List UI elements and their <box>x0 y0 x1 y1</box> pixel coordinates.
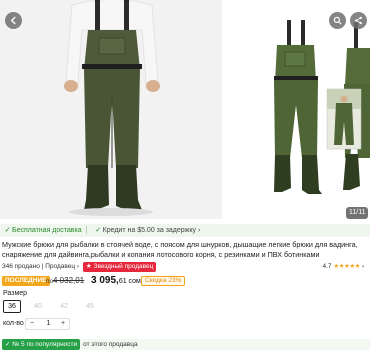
rating-stars-icon: ★★★★★ <box>333 263 361 270</box>
discount-badge: Скидка 23% <box>141 276 186 286</box>
product-gallery[interactable]: 11/11 <box>0 0 370 219</box>
product-title: Мужские брюки для рыбалки в стоячей воде… <box>2 240 358 259</box>
sold-count: 346 продано <box>2 263 40 270</box>
increment-button[interactable]: + <box>57 319 69 329</box>
free-delivery-label: Бесплатная доставка <box>12 227 82 234</box>
delivery-bar[interactable]: ✓ Бесплатная доставка ✓ Кредит на $5.00 за … <box>0 224 370 237</box>
quantity-label: кол-во <box>3 320 24 327</box>
chevron-left-icon <box>11 16 16 25</box>
seller-row[interactable]: 346 продано | Продавец › ★ Звездный прод… <box>2 262 368 272</box>
size-label: Размер <box>3 290 28 297</box>
popularity-badge: ✓ № 5 по популярности <box>2 339 81 350</box>
popularity-text: от этого продавца <box>83 341 138 348</box>
seller-prefix[interactable]: Продавец <box>45 263 75 270</box>
check-icon: ✓ <box>5 341 11 348</box>
chevron-right-icon: › <box>76 263 81 270</box>
chevron-right-icon: › <box>361 263 364 270</box>
product-image-waders-flat <box>222 0 370 219</box>
rating[interactable]: 4.7 ★★★★★ › <box>323 262 364 272</box>
share-icon <box>355 16 362 25</box>
chevron-right-icon: › <box>196 227 201 234</box>
size-option[interactable]: 45 <box>81 300 99 313</box>
divider <box>85 226 87 235</box>
search-button[interactable] <box>329 12 346 29</box>
quantity-stepper[interactable]: − 1 + <box>25 318 70 330</box>
check-icon: ✓ <box>4 227 11 234</box>
image-counter: 11/11 <box>346 207 369 219</box>
current-price: 3 095,61 сом <box>91 275 141 286</box>
product-photo-secondary[interactable]: 11/11 <box>222 0 370 219</box>
popularity-bar[interactable]: ✓ № 5 по популярности от этого продавца <box>0 339 370 350</box>
star-seller-badge: ★ Звездный продавец <box>82 262 157 272</box>
price-row: ПОСЛЕДНИЕ по 4 032,01 3 095,61 сом Скидк… <box>0 275 370 287</box>
search-icon <box>333 16 342 25</box>
back-button[interactable] <box>5 12 22 29</box>
product-photo-main[interactable] <box>0 0 222 219</box>
check-icon: ✓ <box>95 227 102 234</box>
size-option[interactable]: 42 <box>55 300 73 313</box>
quantity-value[interactable]: 1 <box>38 319 59 329</box>
delay-credit-label: Кредит на $5.00 за задержку <box>102 227 197 234</box>
share-button[interactable] <box>350 12 367 29</box>
last-items-badge: ПОСЛЕДНИЕ <box>2 276 50 286</box>
rating-value: 4.7 <box>322 263 332 270</box>
size-option[interactable]: 36 <box>3 300 21 313</box>
product-image-waders-model <box>0 0 222 219</box>
size-option[interactable]: 40 <box>29 300 47 313</box>
old-price: 4 032,01 <box>53 276 85 285</box>
decrement-button[interactable]: − <box>26 319 38 329</box>
star-icon: ★ <box>85 263 92 270</box>
